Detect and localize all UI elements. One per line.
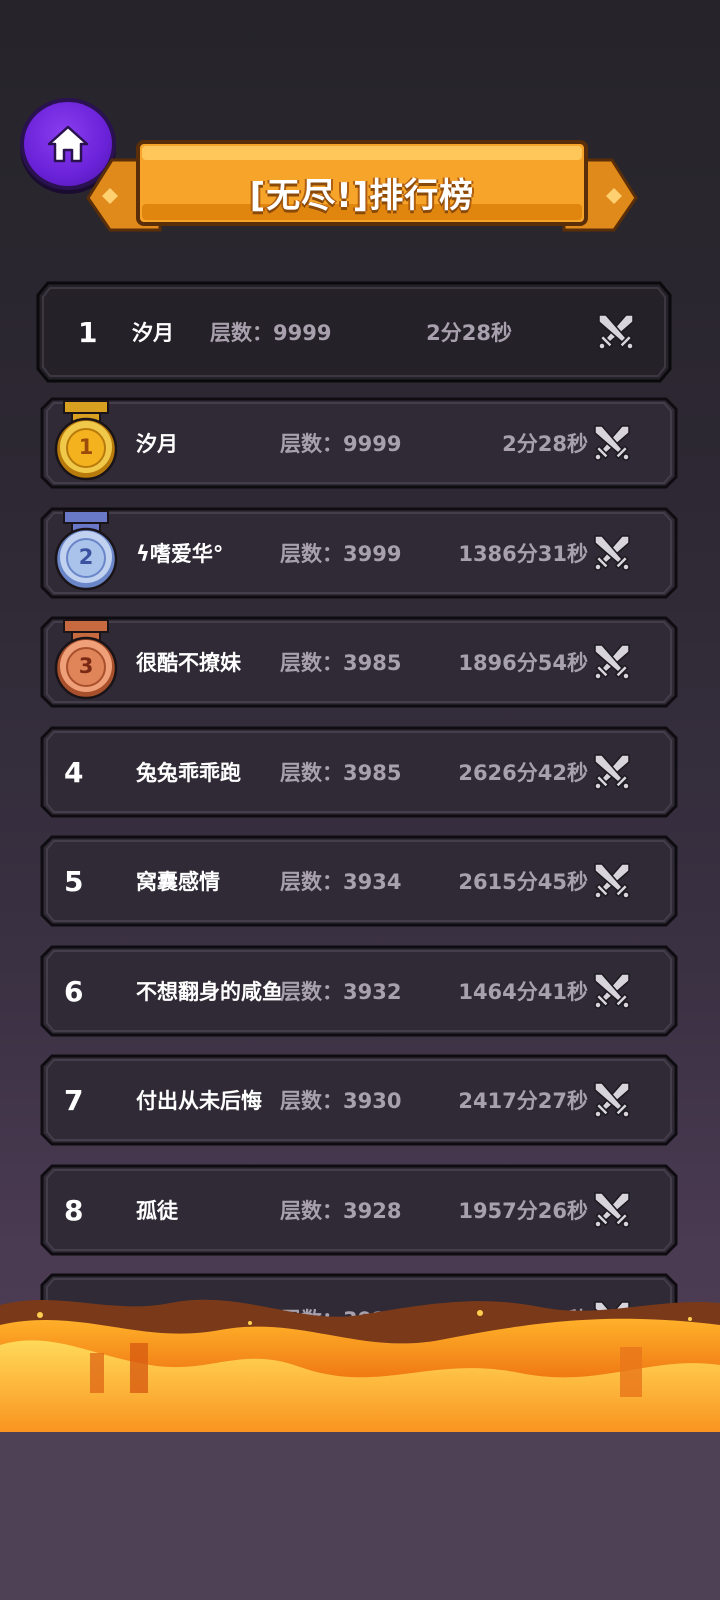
player-name: ϟ嗜爱华°	[136, 542, 224, 566]
floor-count: 层数：3985	[280, 651, 402, 675]
crossed-swords-icon	[598, 314, 634, 350]
clear-time: 2分28秒	[502, 432, 588, 456]
leaderboard-screen: [无尽!]排行榜 1 汐月 层数：9999 2分28秒 1 汐月 层数：9999…	[0, 0, 720, 1600]
leaderboard-row: 4 兔兔乖乖跑 层数：3985 2626分42秒	[40, 726, 678, 818]
crossed-swords-icon	[594, 425, 630, 461]
challenge-button[interactable]	[592, 1054, 636, 1146]
challenge-button[interactable]	[592, 397, 636, 489]
floor-count: 层数：3985	[280, 761, 402, 785]
clear-time: 2615分45秒	[458, 870, 588, 894]
crossed-swords-icon	[594, 1082, 630, 1118]
floor-count: 层数：3999	[280, 542, 402, 566]
my-rank-name: 汐月	[132, 321, 174, 345]
clear-time: 1386分31秒	[458, 542, 588, 566]
floor-count: 层数：9999	[280, 432, 402, 456]
crossed-swords-icon	[594, 863, 630, 899]
leaderboard-row: 2 ϟ嗜爱华° 层数：3999 1386分31秒	[40, 507, 678, 599]
player-name: 窝囊感情	[136, 870, 220, 894]
challenge-button[interactable]	[592, 835, 636, 927]
my-rank-row: 1 汐月 层数：9999 2分28秒	[36, 281, 672, 383]
rank-number: 6	[64, 974, 84, 1008]
player-name: 孤徒	[136, 1199, 178, 1223]
medal-rank-number: 2	[78, 545, 94, 569]
rank-number: 8	[64, 1193, 84, 1227]
my-rank-floors: 层数：9999	[210, 321, 332, 345]
leaderboard-row: 8 孤徒 层数：3928 1957分26秒	[40, 1164, 678, 1256]
leaderboard-row: 1 汐月 层数：9999 2分28秒	[40, 397, 678, 489]
my-rank-time: 2分28秒	[426, 321, 512, 345]
challenge-button[interactable]	[592, 507, 636, 599]
player-name: 不想翻身的咸鱼	[136, 980, 283, 1004]
rank-number: 5	[64, 864, 84, 898]
my-rank-challenge-button[interactable]	[596, 281, 640, 383]
challenge-button[interactable]	[592, 1164, 636, 1256]
clear-time: 2417分27秒	[458, 1089, 588, 1113]
bottom-panel	[0, 1432, 720, 1600]
page-title: [无尽!]排行榜	[249, 176, 475, 216]
rank-number: 4	[64, 755, 84, 789]
crossed-swords-icon	[594, 754, 630, 790]
challenge-button[interactable]	[592, 726, 636, 818]
challenge-button[interactable]	[592, 616, 636, 708]
title-banner: [无尽!]排行榜	[82, 138, 642, 242]
player-name: 兔兔乖乖跑	[136, 761, 241, 785]
crossed-swords-icon	[594, 535, 630, 571]
clear-time: 2626分42秒	[458, 761, 588, 785]
player-name: 付出从未后悔	[136, 1089, 262, 1113]
player-name: 很酷不撩妹	[136, 651, 241, 675]
gold-medal-icon: 1	[52, 399, 120, 483]
floor-count: 层数：3934	[280, 870, 402, 894]
challenge-button[interactable]	[592, 945, 636, 1037]
leaderboard-row: 6 不想翻身的咸鱼 层数：3932 1464分41秒	[40, 945, 678, 1037]
medal-rank-number: 3	[78, 654, 94, 678]
bronze-medal-icon: 3	[52, 618, 120, 702]
lava-landscape	[0, 1299, 720, 1435]
clear-time: 1957分26秒	[458, 1199, 588, 1223]
rank-number: 7	[64, 1083, 84, 1117]
floor-count: 层数：3930	[280, 1089, 402, 1113]
clear-time: 1896分54秒	[458, 651, 588, 675]
medal-rank-number: 1	[78, 435, 94, 459]
floor-count: 层数：3928	[280, 1199, 402, 1223]
crossed-swords-icon	[594, 973, 630, 1009]
clear-time: 1464分41秒	[458, 980, 588, 1004]
player-name: 汐月	[136, 432, 178, 456]
floor-count: 层数：3932	[280, 980, 402, 1004]
crossed-swords-icon	[594, 644, 630, 680]
silver-medal-icon: 2	[52, 509, 120, 593]
crossed-swords-icon	[594, 1192, 630, 1228]
leaderboard-row: 5 窝囊感情 层数：3934 2615分45秒	[40, 835, 678, 927]
leaderboard-row: 3 很酷不撩妹 层数：3985 1896分54秒	[40, 616, 678, 708]
leaderboard-row: 7 付出从未后悔 层数：3930 2417分27秒	[40, 1054, 678, 1146]
my-rank-number: 1	[78, 315, 98, 349]
